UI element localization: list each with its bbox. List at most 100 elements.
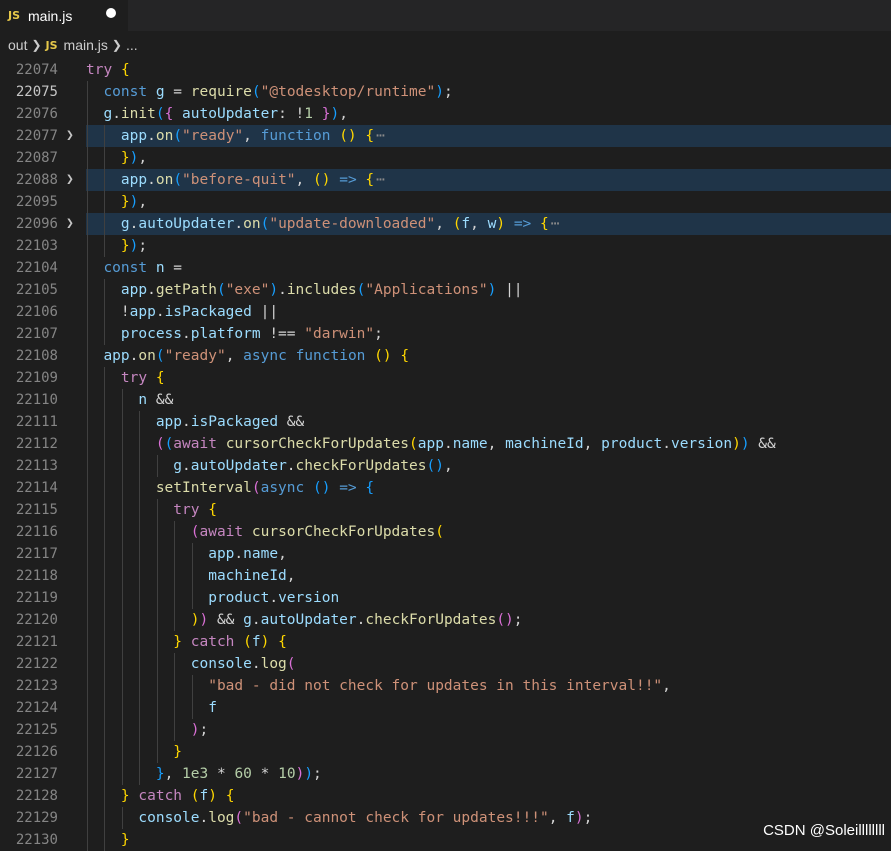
line-gutter: 22111 (0, 411, 86, 433)
code-line[interactable]: 22114 setInterval(async () => { (0, 477, 891, 499)
code-line[interactable]: 22129 console.log("bad - cannot check for… (0, 807, 891, 829)
line-gutter: 22114 (0, 477, 86, 499)
breadcrumb-folder[interactable]: out (8, 37, 27, 53)
code-text: !app.isPackaged || (121, 301, 278, 323)
line-number: 22074 (15, 62, 58, 78)
code-line[interactable]: 22112 ((await cursorCheckForUpdates(app.n… (0, 433, 891, 455)
code-token: . (147, 128, 156, 144)
code-line[interactable]: 22117 app.name, (0, 543, 891, 565)
code-text: g.init({ autoUpdater: !1 }), (103, 103, 348, 125)
breadcrumb-file[interactable]: main.js (64, 37, 108, 53)
folded-ellipsis-icon[interactable]: ⋯ (551, 213, 560, 235)
code-line[interactable]: 22103}); (0, 235, 891, 257)
code-token: ! (120, 304, 130, 320)
code-line[interactable]: 22075 const g = require("@todesktop/runti… (0, 81, 891, 103)
code-line[interactable]: 22110 n && (0, 389, 891, 411)
code-line[interactable]: 22116 (await cursorCheckForUpdates( (0, 521, 891, 543)
code-text: try { (86, 59, 130, 81)
fold-chevron-icon[interactable]: ❯ (66, 213, 74, 235)
line-gutter: 22118 (0, 565, 86, 587)
folded-ellipsis-icon[interactable]: ⋯ (376, 169, 385, 191)
indent-guide (104, 477, 106, 499)
line-number: 22087 (15, 150, 58, 166)
code-line[interactable]: 22125); (0, 719, 891, 741)
fold-chevron-icon[interactable]: ❯ (66, 125, 74, 147)
code-line[interactable]: 22127}, 1e3 * 60 * 10)); (0, 763, 891, 785)
indent-guide (104, 763, 106, 785)
breadcrumb-trail[interactable]: ... (126, 37, 138, 53)
line-gutter: 22119 (0, 587, 86, 609)
line-number: 22129 (15, 810, 58, 826)
code-token: g (155, 84, 165, 100)
code-token: } (120, 238, 130, 254)
indent-guide (156, 521, 158, 543)
indent-guide (104, 213, 106, 235)
fold-chevron-icon[interactable]: ❯ (66, 169, 74, 191)
code-token: } (120, 788, 130, 804)
line-number: 22121 (15, 634, 58, 650)
code-line[interactable]: 22076 g.init({ autoUpdater: !1 }), (0, 103, 891, 125)
code-line[interactable]: 22123 "bad - did not check for updates in… (0, 675, 891, 697)
code-token: => (339, 172, 357, 188)
code-line[interactable]: 22095}), (0, 191, 891, 213)
code-token: ( (164, 436, 174, 452)
indent-guide (139, 697, 141, 719)
indent-guide (121, 565, 123, 587)
line-number: 22120 (15, 612, 58, 628)
code-line[interactable]: 22124 f (0, 697, 891, 719)
code-line[interactable]: 22126} (0, 741, 891, 763)
indent-guide (156, 741, 158, 763)
folded-ellipsis-icon[interactable]: ⋯ (376, 125, 385, 147)
code-line[interactable]: 22109 try { (0, 367, 891, 389)
code-token: { (208, 502, 217, 518)
code-token: isPackaged (190, 414, 279, 430)
code-line[interactable]: 22119 product.version (0, 587, 891, 609)
code-line[interactable]: 22108 app.on("ready", async function () { (0, 345, 891, 367)
code-editor[interactable]: 22074 try {22075 const g = require("@todes… (0, 59, 891, 851)
code-line[interactable]: 22115 try { (0, 499, 891, 521)
code-token: name (243, 546, 279, 562)
tab-main-js[interactable]: JS main.js (0, 0, 128, 31)
folded-code-line[interactable]: 22088 ❯ app.on("before-quit", () => {⋯ (0, 169, 891, 191)
line-gutter: 22117 (0, 543, 86, 565)
code-line[interactable]: 22105 app.getPath("exe").includes("Applic… (0, 279, 891, 301)
code-line[interactable]: 22122 console.log( (0, 653, 891, 675)
code-line[interactable]: 22104 const n = (0, 257, 891, 279)
code-text: process.platform !== "darwin"; (121, 323, 383, 345)
indent-guide (191, 565, 193, 587)
line-number: 22126 (15, 744, 58, 760)
code-line[interactable]: 22128} catch (f) { (0, 785, 891, 807)
code-line[interactable]: 22074 try { (0, 59, 891, 81)
line-number: 22116 (15, 524, 58, 540)
code-line[interactable]: 22106 !app.isPackaged || (0, 301, 891, 323)
code-token: { (120, 62, 130, 78)
line-gutter: 22095 (0, 191, 86, 213)
code-line[interactable]: 22118 machineId, (0, 565, 891, 587)
code-line[interactable]: 22120)) && g.autoUpdater.checkForUpdates… (0, 609, 891, 631)
line-gutter: 22121 (0, 631, 86, 653)
code-token: product (601, 436, 663, 452)
code-token: "bad - cannot check for updates!!!" (243, 810, 549, 826)
code-token: cursorCheckForUpdates (251, 524, 436, 540)
code-line[interactable]: 22121} catch (f) { (0, 631, 891, 653)
code-line[interactable]: 22111 app.isPackaged && (0, 411, 891, 433)
folded-code-line[interactable]: 22096 ❯ g.autoUpdater.on("update-downloade… (0, 213, 891, 235)
code-token: && (208, 612, 244, 628)
indent-guide (104, 675, 106, 697)
code-line[interactable]: 22113 g.autoUpdater.checkForUpdates(), (0, 455, 891, 477)
code-token: || (251, 304, 279, 320)
code-line[interactable]: 22087}), (0, 147, 891, 169)
code-text: n && (138, 389, 173, 411)
code-token: ; (199, 722, 209, 738)
code-text: }), (121, 191, 147, 213)
line-gutter: 22124 (0, 697, 86, 719)
folded-code-line[interactable]: 22077 ❯ app.on("ready", function () {⋯ (0, 125, 891, 147)
unsaved-dot-icon[interactable] (106, 8, 116, 18)
code-line[interactable]: 22107 process.platform !== "darwin"; (0, 323, 891, 345)
code-token: require (190, 84, 252, 100)
